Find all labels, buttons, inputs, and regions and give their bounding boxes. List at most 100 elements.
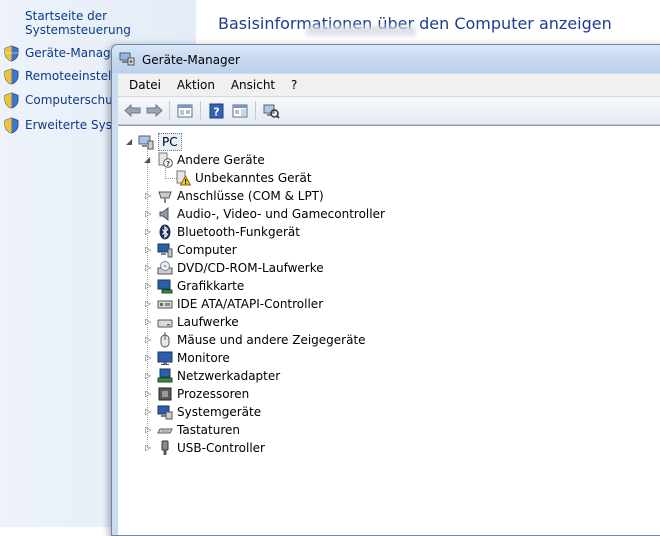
control-panel-main: Basisinformationen über den Computer anz… (196, 0, 660, 44)
tree-item-label: Mäuse und andere Zeigegeräte (177, 333, 366, 347)
bluetooth-icon (157, 224, 173, 240)
sidebar-link-remote-settings[interactable]: Remoteeinstellu (4, 66, 122, 86)
sidebar-link-device-manager[interactable]: Geräte-Manager (4, 43, 123, 63)
disk-drive-icon (157, 314, 173, 330)
shield-icon (4, 116, 19, 134)
tree-item-keyboards[interactable]: Tastaturen (157, 421, 240, 439)
device-manager-icon (119, 52, 135, 66)
keyboard-icon (157, 422, 173, 438)
tree-item-unknown-device[interactable]: Unbekanntes Gerät (175, 169, 312, 187)
expand-arrow-icon[interactable]: ▷ (145, 264, 153, 272)
forward-arrow-icon[interactable] (144, 101, 164, 120)
tree-item-label: Monitore (177, 351, 230, 365)
menu-action[interactable]: Aktion (171, 74, 221, 96)
tree-item-ports[interactable]: Anschlüsse (COM & LPT) (157, 187, 324, 205)
collapse-arrow-icon[interactable]: ◢ (126, 138, 134, 146)
tree-item-label: Anschlüsse (COM & LPT) (177, 189, 324, 203)
tree-item-graphics[interactable]: Grafikkarte (157, 277, 244, 295)
monitor-icon (157, 350, 173, 366)
sidebar-link-label: Computerschutz (25, 93, 124, 107)
svg-text:?: ? (213, 105, 219, 118)
unknown-device-icon: ? (157, 152, 173, 168)
expand-arrow-icon[interactable]: ▷ (145, 408, 153, 416)
network-adapter-icon (157, 368, 173, 384)
system-device-icon (157, 404, 173, 420)
expand-arrow-icon[interactable]: ▷ (145, 336, 153, 344)
collapse-arrow-icon[interactable]: ◢ (144, 156, 152, 164)
menu-help[interactable]: ? (285, 74, 303, 96)
menu-file[interactable]: Datei (123, 74, 167, 96)
blurred-text (306, 26, 416, 36)
tree-item-ide[interactable]: IDE ATA/ATAPI-Controller (157, 295, 323, 313)
title-bar[interactable]: Geräte-Manager (112, 45, 660, 73)
usb-icon (157, 440, 173, 456)
tree-item-bluetooth[interactable]: Bluetooth-Funkgerät (157, 223, 300, 241)
expand-arrow-icon[interactable]: ▷ (145, 192, 153, 200)
tree-item-dvd[interactable]: DVD/CD-ROM-Laufwerke (157, 259, 324, 277)
expand-arrow-icon[interactable]: ▷ (145, 210, 153, 218)
tree-item-label: Computer (177, 243, 237, 257)
expand-arrow-icon[interactable]: ▷ (145, 300, 153, 308)
toolbar: ? (118, 97, 660, 125)
tree-item-other-devices[interactable]: ? Andere Geräte (157, 151, 265, 169)
tree-item-network[interactable]: Netzwerkadapter (157, 367, 280, 385)
tree-item-label: IDE ATA/ATAPI-Controller (177, 297, 324, 311)
sidebar-link-label: Remoteeinstellu (25, 69, 123, 83)
tree-root-label: PC (158, 133, 182, 151)
menu-view[interactable]: Ansicht (225, 74, 281, 96)
sidebar-link-system-protection[interactable]: Computerschutz (4, 90, 124, 110)
toolbar-separator (255, 101, 256, 120)
tree-item-label: Bluetooth-Funkgerät (177, 225, 300, 239)
tree-item-mice[interactable]: Mäuse und andere Zeigegeräte (157, 331, 366, 349)
expand-arrow-icon[interactable]: ▷ (145, 390, 153, 398)
expand-arrow-icon[interactable]: ▷ (145, 228, 153, 236)
computer-icon (138, 134, 154, 150)
help-icon[interactable]: ? (206, 101, 226, 120)
expand-arrow-icon[interactable]: ▷ (145, 372, 153, 380)
tree-item-label: Audio-, Video- und Gamecontroller (177, 207, 385, 221)
expand-arrow-icon[interactable]: ▷ (145, 318, 153, 326)
tree-item-label: Prozessoren (177, 387, 250, 401)
tree-item-drives[interactable]: Laufwerke (157, 313, 239, 331)
control-panel-home-link[interactable]: Startseite der Systemsteuerung (25, 9, 196, 37)
tree-item-label: Unbekanntes Gerät (195, 171, 312, 185)
tree-item-system-devices[interactable]: Systemgeräte (157, 403, 261, 421)
tree-item-label: Systemgeräte (177, 405, 262, 419)
tree-item-label: Laufwerke (177, 315, 239, 329)
display-adapter-icon (157, 278, 173, 294)
window-title: Geräte-Manager (142, 53, 240, 67)
warning-device-icon (175, 170, 191, 186)
shield-icon (4, 44, 19, 62)
shield-icon (4, 91, 19, 109)
tree-item-audio[interactable]: Audio-, Video- und Gamecontroller (157, 205, 385, 223)
svg-text:?: ? (166, 160, 170, 168)
tree-item-label: Tastaturen (177, 423, 240, 437)
processor-icon (157, 386, 173, 402)
mouse-icon (157, 332, 173, 348)
tree-item-usb[interactable]: USB-Controller (157, 439, 265, 457)
tree-item-label: Grafikkarte (177, 279, 245, 293)
dvd-drive-icon (157, 260, 173, 276)
device-manager-window: Geräte-Manager Datei Aktion Ansicht ? ? (111, 44, 660, 536)
toolbar-separator (200, 101, 201, 120)
expand-arrow-icon[interactable]: ▷ (145, 354, 153, 362)
device-tree: ◢ PC ◢ ? Andere Geräte Unbekanntes Gerät… (118, 125, 660, 535)
tree-item-processors[interactable]: Prozessoren (157, 385, 249, 403)
speaker-icon (157, 206, 173, 222)
properties-view-icon[interactable] (175, 101, 195, 120)
tree-root-pc[interactable]: PC (138, 133, 182, 151)
menu-bar: Datei Aktion Ansicht ? (118, 74, 660, 97)
sidebar-link-label: Geräte-Manager (25, 46, 123, 60)
scan-hardware-icon[interactable] (261, 101, 281, 120)
expand-arrow-icon[interactable]: ▷ (145, 282, 153, 290)
tree-item-label: DVD/CD-ROM-Laufwerke (177, 261, 324, 275)
tree-item-computer[interactable]: Computer (157, 241, 237, 259)
expand-arrow-icon[interactable]: ▷ (145, 444, 153, 452)
toolbar-separator (169, 101, 170, 120)
back-arrow-icon[interactable] (122, 101, 142, 120)
tree-item-monitors[interactable]: Monitore (157, 349, 230, 367)
expand-arrow-icon[interactable]: ▷ (145, 246, 153, 254)
expand-arrow-icon[interactable]: ▷ (145, 426, 153, 434)
tree-item-label: Andere Geräte (177, 153, 265, 167)
console-tree-icon[interactable] (230, 101, 250, 120)
